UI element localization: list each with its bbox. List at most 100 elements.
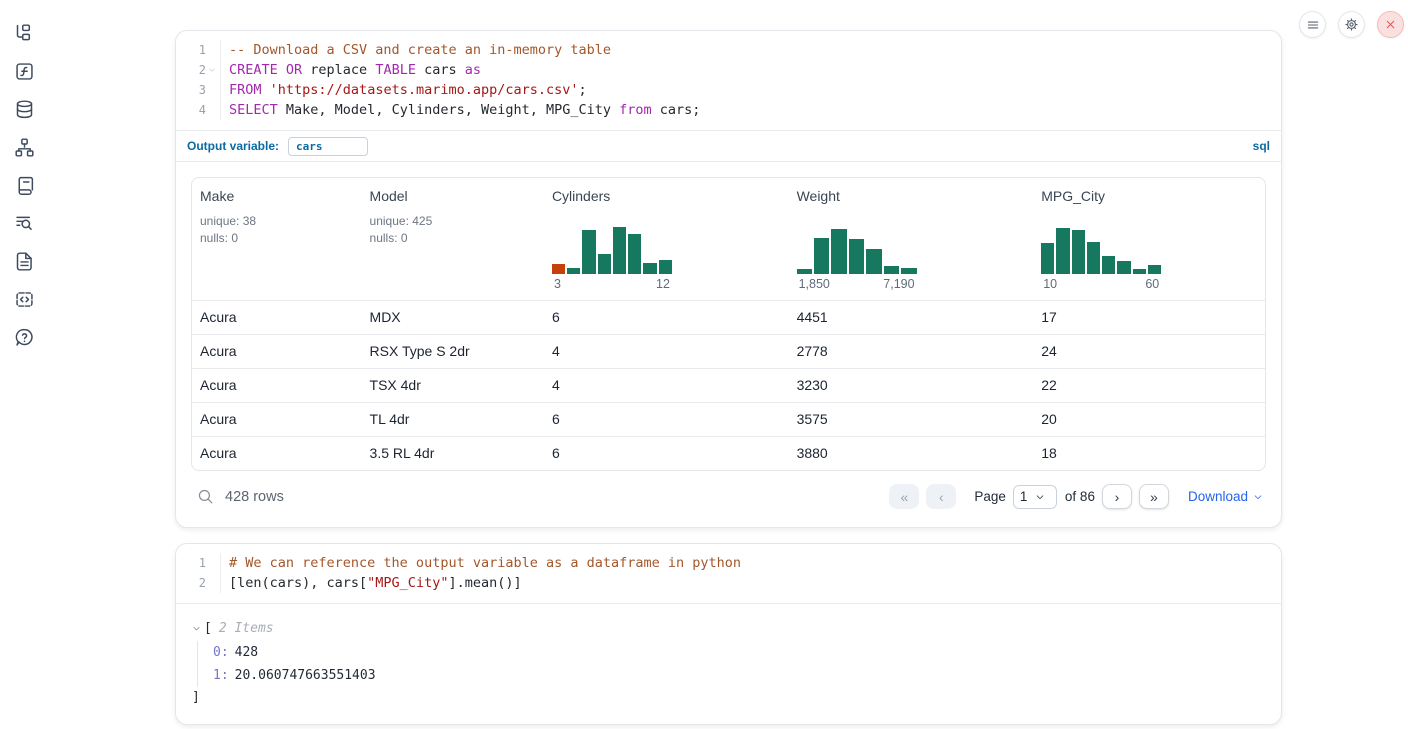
dependency-graph-icon[interactable]: [12, 135, 36, 159]
database-icon[interactable]: [12, 97, 36, 121]
column-header-weight[interactable]: Weight 1,8507,190: [789, 178, 1034, 300]
histogram-axis: 312: [552, 277, 672, 291]
cell-mpg-city: 20: [1033, 403, 1265, 436]
column-header-cylinders[interactable]: Cylinders 312: [544, 178, 789, 300]
histogram-bar: [613, 227, 626, 275]
histogram-bar: [643, 263, 656, 274]
histogram-bar: [1148, 265, 1161, 275]
column-title: Weight: [797, 188, 1026, 204]
column-header-make[interactable]: Make unique: 38nulls: 0: [192, 178, 362, 300]
histogram-axis: 1060: [1041, 277, 1161, 291]
topbar-controls: [1299, 11, 1404, 38]
row-count: 428 rows: [225, 489, 284, 505]
list-item: 1: 20.060747663551403: [213, 664, 1265, 687]
next-page-button[interactable]: ›: [1102, 484, 1132, 509]
code-line: 1 # We can reference the output variable…: [176, 553, 1281, 573]
first-page-button[interactable]: «: [889, 484, 919, 509]
python-code-editor[interactable]: 1 # We can reference the output variable…: [176, 544, 1281, 603]
cell-mpg-city: 17: [1033, 301, 1265, 334]
code-line: 2 CREATE OR replace TABLE cars as: [176, 60, 1281, 80]
tree-body: 0:428 1: 20.060747663551403: [197, 641, 1265, 687]
table-row: Acura TL 4dr 6 3575 20: [192, 402, 1265, 436]
snippets-code-icon[interactable]: [12, 287, 36, 311]
code-line: 3 FROM 'https://datasets.marimo.app/cars…: [176, 80, 1281, 100]
column-title: Cylinders: [552, 188, 781, 204]
cell-mpg-city: 24: [1033, 335, 1265, 368]
histogram-axis: 1,8507,190: [797, 277, 917, 291]
chevron-down-icon: [1253, 492, 1263, 502]
close-icon[interactable]: [1377, 11, 1404, 38]
table-footer: 428 rows « ‹ Page 1 of 86 › » Download: [191, 484, 1266, 511]
cell-weight: 4451: [789, 301, 1034, 334]
code-line: 4 SELECT Make, Model, Cylinders, Weight,…: [176, 100, 1281, 120]
item-index: 1:: [213, 668, 229, 683]
collapse-chevron-icon[interactable]: [192, 624, 201, 633]
function-square-icon[interactable]: [12, 59, 36, 83]
download-button[interactable]: Download: [1188, 489, 1263, 504]
code-text: SELECT Make, Model, Cylinders, Weight, M…: [220, 100, 700, 120]
histogram-bar: [849, 239, 864, 274]
fold-chevron-icon[interactable]: [206, 66, 218, 74]
file-tree-icon[interactable]: [12, 21, 36, 45]
cell-model: TSX 4dr: [362, 369, 544, 402]
chevron-down-icon: [1035, 492, 1045, 502]
histogram-bar: [582, 230, 595, 274]
data-table: Make unique: 38nulls: 0 Model unique: 42…: [191, 177, 1266, 471]
gear-icon[interactable]: [1338, 11, 1365, 38]
cell-model: 3.5 RL 4dr: [362, 437, 544, 470]
histogram-bar: [1056, 228, 1069, 275]
histogram-bar: [901, 268, 916, 275]
cell-mpg-city: 22: [1033, 369, 1265, 402]
cell-cylinders: 6: [544, 437, 789, 470]
cylinders-histogram: 312: [552, 224, 672, 291]
cell-cylinders: 6: [544, 301, 789, 334]
output-variable-input[interactable]: [288, 137, 368, 156]
open-bracket: [: [204, 621, 212, 636]
column-header-model[interactable]: Model unique: 425nulls: 0: [362, 178, 544, 300]
cell-cylinders: 4: [544, 335, 789, 368]
last-page-button[interactable]: »: [1139, 484, 1169, 509]
language-badge: sql: [1253, 139, 1270, 153]
histogram-bar: [598, 254, 611, 274]
scratchpad-scroll-icon[interactable]: [12, 173, 36, 197]
code-line: 2 [len(cars), cars["MPG_City"].mean()]: [176, 573, 1281, 593]
line-number: 4: [176, 103, 206, 117]
sql-cell: 1 -- Download a CSV and create an in-mem…: [175, 30, 1282, 528]
search-icon[interactable]: [197, 488, 214, 505]
histogram-bar: [1133, 269, 1146, 274]
cell-make: Acura: [192, 369, 362, 402]
item-value: 20.060747663551403: [235, 668, 376, 683]
page-total: of 86: [1065, 489, 1095, 504]
documentation-file-icon[interactable]: [12, 249, 36, 273]
table-header: Make unique: 38nulls: 0 Model unique: 42…: [192, 178, 1265, 300]
sql-output-area: Make unique: 38nulls: 0 Model unique: 42…: [176, 161, 1281, 527]
prev-page-button[interactable]: ‹: [926, 484, 956, 509]
help-bubble-icon[interactable]: [12, 325, 36, 349]
table-row: Acura MDX 6 4451 17: [192, 300, 1265, 334]
tree-root: [ 2 Items: [192, 621, 1265, 636]
sql-code-editor[interactable]: 1 -- Download a CSV and create an in-mem…: [176, 31, 1281, 130]
download-label: Download: [1188, 489, 1248, 504]
histogram-bar: [866, 249, 881, 274]
histogram-bar: [1041, 243, 1054, 274]
cell-model: RSX Type S 2dr: [362, 335, 544, 368]
histogram-bar: [1102, 256, 1115, 275]
histogram-bar: [1072, 230, 1085, 274]
table-row: Acura RSX Type S 2dr 4 2778 24: [192, 334, 1265, 368]
code-text: [len(cars), cars["MPG_City"].mean()]: [220, 573, 522, 593]
histogram-bar: [659, 260, 672, 274]
code-text: -- Download a CSV and create an in-memor…: [220, 40, 611, 60]
hamburger-menu-icon[interactable]: [1299, 11, 1326, 38]
histogram-bar: [831, 229, 846, 274]
column-title: MPG_City: [1041, 188, 1257, 204]
notebook-main: 1 -- Download a CSV and create an in-mem…: [175, 30, 1282, 725]
page-select[interactable]: 1: [1013, 485, 1057, 509]
sidebar: [0, 0, 48, 729]
logs-search-icon[interactable]: [12, 211, 36, 235]
cell-weight: 3230: [789, 369, 1034, 402]
list-item: 0:428: [213, 641, 1265, 664]
column-header-mpg-city[interactable]: MPG_City 1060: [1033, 178, 1265, 300]
cell-cylinders: 6: [544, 403, 789, 436]
item-value: 428: [235, 645, 258, 660]
weight-histogram: 1,8507,190: [797, 224, 917, 291]
